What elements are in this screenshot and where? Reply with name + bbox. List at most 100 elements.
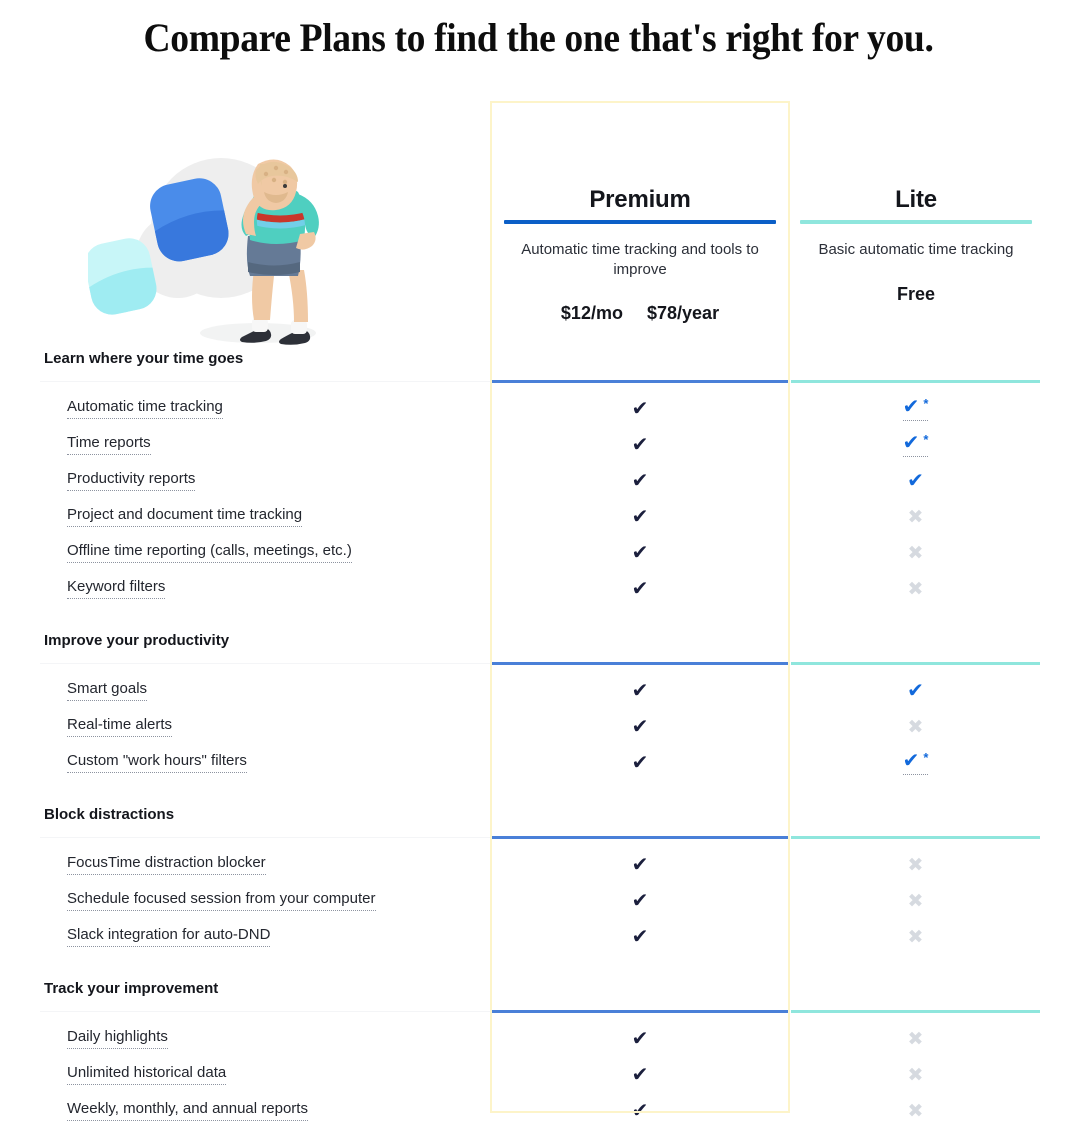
table-row: Time reports ✔ ✔ *: [0, 428, 1077, 464]
feature-label[interactable]: Keyword filters: [67, 578, 166, 599]
cell-premium: ✔: [492, 676, 788, 706]
person-thinking-illustration: [84, 128, 358, 358]
page-title: Compare Plans to find the one that's rig…: [143, 15, 934, 60]
divider-lite-segment: [791, 662, 1040, 665]
table-row: Project and document time tracking ✔ ✖: [0, 500, 1077, 536]
plan-name-lite: Lite: [895, 186, 937, 213]
cross-icon: ✖: [907, 1100, 924, 1122]
check-with-footnote[interactable]: ✔ *: [902, 432, 929, 457]
cross-icon: ✖: [907, 890, 924, 912]
plan-name-premium: Premium: [589, 186, 691, 213]
feature-label[interactable]: Time reports: [67, 434, 151, 455]
divider-premium-segment: [492, 836, 788, 839]
feature-label[interactable]: Offline time reporting (calls, meetings,…: [67, 542, 352, 563]
check-with-footnote[interactable]: ✔ *: [902, 396, 929, 421]
cell-premium: ✔: [492, 1060, 788, 1090]
cell-premium: ✔: [492, 886, 788, 916]
table-section: Learn where your time goes Automatic time…: [0, 350, 1077, 632]
footnote-asterisk: *: [923, 432, 929, 447]
feature-label[interactable]: Schedule focused session from your compu…: [67, 890, 376, 911]
cell-lite: ✔: [791, 676, 1040, 706]
check-icon: ✔: [631, 578, 649, 600]
table-section: Track your improvement Daily highlights ✔ ✖…: [0, 980, 1077, 1147]
plan-accent-rule-premium: [504, 220, 776, 224]
plan-accent-rule-lite: [800, 220, 1032, 224]
check-icon: ✔: [631, 434, 649, 456]
feature-label[interactable]: Daily highlights: [67, 1028, 168, 1049]
feature-label[interactable]: Unlimited historical data: [67, 1064, 227, 1085]
check-icon: ✔: [631, 1064, 649, 1086]
check-icon: ✔: [631, 854, 649, 876]
cell-premium: ✔: [492, 1096, 788, 1126]
feature-label[interactable]: Smart goals: [67, 680, 148, 701]
cross-icon: ✖: [907, 506, 924, 528]
check-icon: ✔: [902, 750, 920, 772]
feature-label[interactable]: Slack integration for auto-DND: [67, 926, 271, 947]
table-section: Block distractions FocusTime distraction …: [0, 806, 1077, 980]
check-icon: ✔: [631, 1028, 649, 1050]
table-row: Offline time reporting (calls, meetings,…: [0, 536, 1077, 572]
check-icon: ✔: [907, 680, 924, 702]
section-divider: [0, 836, 1077, 839]
check-with-footnote[interactable]: ✔ *: [902, 750, 929, 775]
cell-lite: ✖: [791, 538, 1040, 568]
feature-label[interactable]: FocusTime distraction blocker: [67, 854, 266, 875]
plan-price-lite: Free: [896, 283, 936, 304]
cross-icon: ✖: [907, 542, 924, 564]
cell-premium: ✔: [492, 712, 788, 742]
table-row: Automatic time tracking ✔ ✔ *: [0, 392, 1077, 428]
feature-label[interactable]: Productivity reports: [67, 470, 196, 491]
check-icon: ✔: [902, 396, 920, 418]
check-icon: ✔: [631, 716, 649, 738]
check-icon: ✔: [907, 470, 924, 492]
plan-price-yearly-premium: $78/year: [647, 303, 720, 323]
cell-lite: ✔ *: [791, 748, 1040, 778]
footnote-asterisk: *: [923, 396, 929, 411]
table-row: Schedule focused session from your compu…: [0, 884, 1077, 920]
compare-plans-page: Compare Plans to find the one that's rig…: [0, 0, 1077, 1147]
feature-label[interactable]: Automatic time tracking: [67, 398, 223, 419]
cell-lite: ✔ *: [791, 430, 1040, 460]
table-section: Improve your productivity Smart goals ✔ ✔ Re…: [0, 632, 1077, 806]
divider-feature-segment: [40, 1011, 490, 1012]
plan-description-premium: Automatic time tracking and tools to imp…: [521, 241, 759, 278]
table-row: Slack integration for auto-DND ✔ ✖: [0, 920, 1077, 956]
cell-premium: ✔: [492, 466, 788, 496]
feature-label[interactable]: Custom "work hours" filters: [67, 752, 247, 773]
cell-premium: ✔: [492, 850, 788, 880]
check-icon: ✔: [631, 680, 649, 702]
cell-premium: ✔: [492, 1024, 788, 1054]
section-divider: [0, 662, 1077, 665]
plan-header-lite: Lite Basic automatic time tracking Free: [800, 186, 1032, 305]
check-icon: ✔: [631, 926, 649, 948]
plan-price-monthly-premium: $12/mo: [560, 303, 623, 323]
section-title: Improve your productivity: [44, 632, 230, 649]
check-icon: ✔: [631, 1100, 649, 1122]
feature-label[interactable]: Weekly, monthly, and annual reports: [67, 1100, 308, 1121]
divider-premium-segment: [492, 1010, 788, 1013]
cell-lite: ✖: [791, 502, 1040, 532]
feature-label[interactable]: Real-time alerts: [67, 716, 173, 737]
cell-lite: ✖: [791, 850, 1040, 880]
table-row: Unlimited historical data ✔ ✖: [0, 1058, 1077, 1094]
section-divider: [0, 380, 1077, 383]
table-row: Smart goals ✔ ✔: [0, 674, 1077, 710]
cross-icon: ✖: [907, 926, 924, 948]
cell-premium: ✔: [492, 574, 788, 604]
plan-description-lite: Basic automatic time tracking: [818, 241, 1014, 258]
cell-lite: ✔: [791, 466, 1040, 496]
divider-lite-segment: [791, 836, 1040, 839]
footnote-asterisk: *: [923, 750, 929, 765]
check-icon: ✔: [902, 432, 920, 454]
table-row: Weekly, monthly, and annual reports ✔ ✖: [0, 1094, 1077, 1130]
cell-lite: ✖: [791, 574, 1040, 604]
divider-lite-segment: [791, 380, 1040, 383]
divider-premium-segment: [492, 380, 788, 383]
cross-icon: ✖: [907, 578, 924, 600]
feature-label[interactable]: Project and document time tracking: [67, 506, 303, 527]
cell-lite: ✖: [791, 922, 1040, 952]
cell-lite: ✖: [791, 886, 1040, 916]
cell-lite: ✖: [791, 712, 1040, 742]
divider-feature-segment: [40, 663, 490, 664]
